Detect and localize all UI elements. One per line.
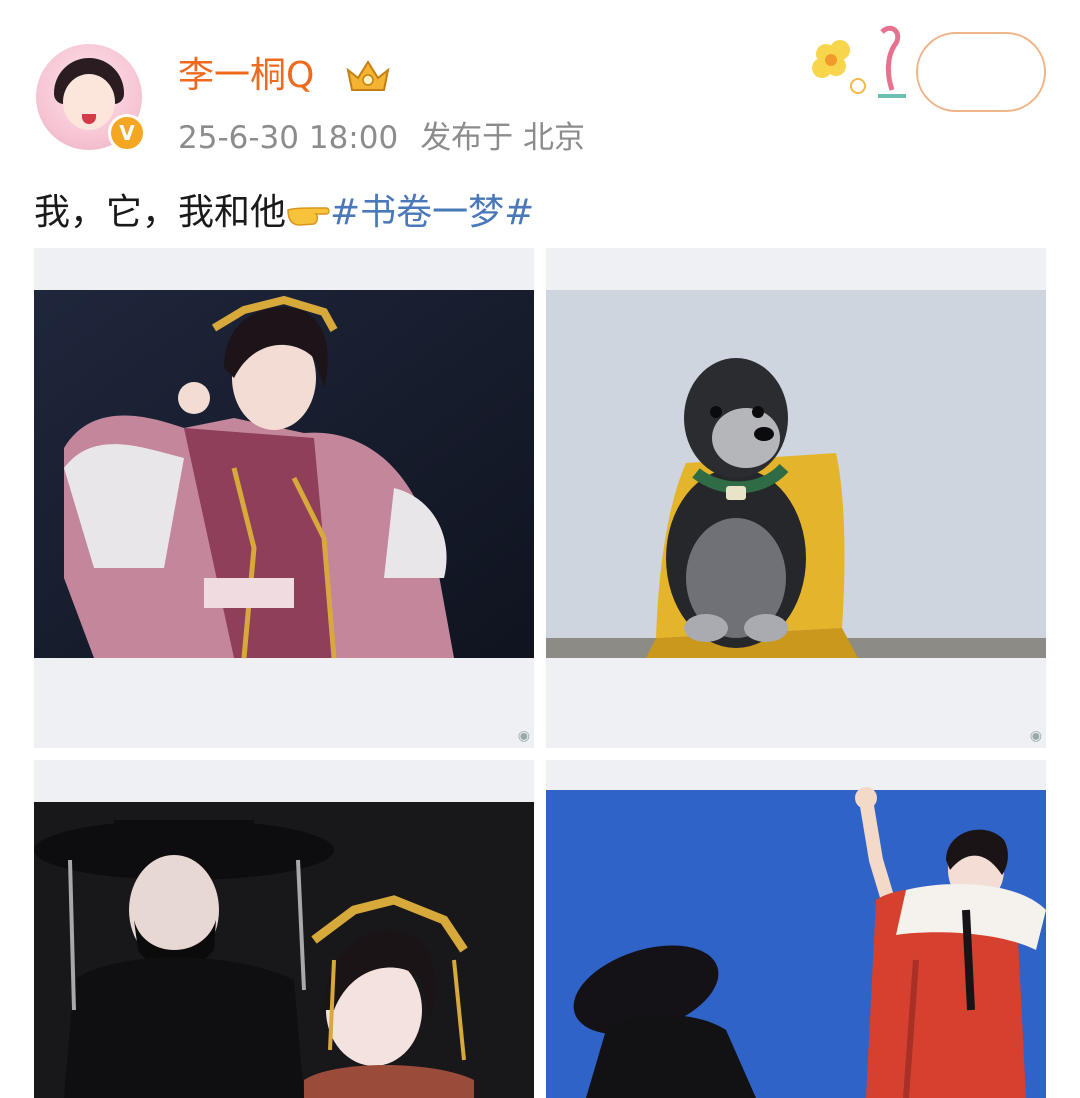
- post-location: 北京: [523, 120, 586, 156]
- photo-1[interactable]: ◉: [34, 248, 534, 748]
- hashtag-link[interactable]: #书卷一梦#: [330, 192, 534, 233]
- post-body: 我，它，我和他: [34, 192, 287, 233]
- post-meta: 25-6-30 18:00 发布于 北京: [178, 116, 585, 160]
- photo-1-image: [34, 248, 534, 748]
- photo-3[interactable]: [34, 760, 534, 1098]
- crown-icon[interactable]: [344, 58, 392, 94]
- watermark-icon: ◉: [1029, 728, 1042, 744]
- photo-3-image: [34, 760, 534, 1098]
- photo-2-image: [546, 248, 1046, 748]
- post-header: V 李一桐Q 25-6-30 18:00 发布于 北京: [0, 0, 1080, 180]
- photo-2[interactable]: ◉: [546, 248, 1046, 748]
- pointing-hand-icon: [287, 207, 330, 226]
- author-name[interactable]: 李一桐Q: [178, 52, 314, 100]
- photo-4-image: [546, 760, 1046, 1098]
- card-decoration: [796, 16, 1050, 120]
- post-timestamp: 25-6-30 18:00: [178, 120, 399, 156]
- photo-4[interactable]: [546, 760, 1046, 1098]
- verified-v-icon: V: [108, 114, 146, 152]
- flower-sticker-icon: [812, 25, 906, 98]
- post-text: 我，它，我和他 #书卷一梦#: [34, 186, 534, 240]
- decoration-bubble: [916, 32, 1046, 112]
- location-prefix: 发布于: [420, 120, 514, 156]
- watermark-icon: ◉: [517, 728, 530, 744]
